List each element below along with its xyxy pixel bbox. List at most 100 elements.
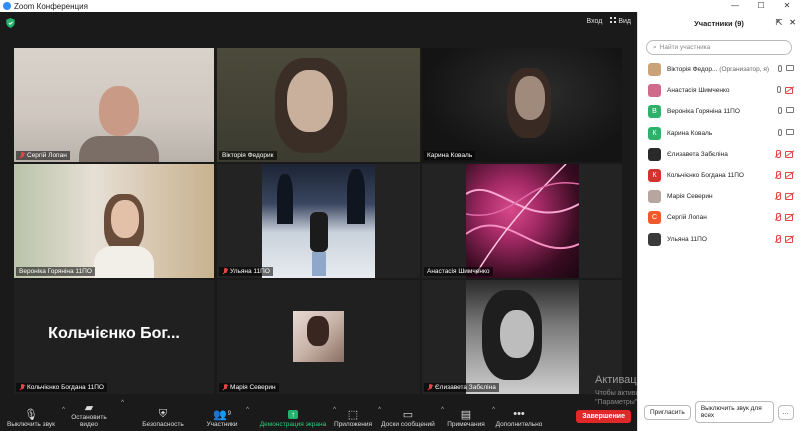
microphone-icon: 🎙 (24, 408, 38, 421)
video-tile-active-speaker[interactable]: Вікторія Федорик (217, 48, 420, 162)
share-screen-icon: ↑ (258, 407, 328, 421)
security-button[interactable]: ⛨ Безопасность (140, 407, 186, 429)
participant-row[interactable]: Марія Северин (638, 186, 800, 207)
more-button[interactable]: ••• Дополнительно (494, 407, 544, 428)
close-panel-icon[interactable]: ✕ (789, 18, 796, 27)
whiteboards-button[interactable]: ▭ Доски сообщений ^ (380, 407, 444, 428)
chevron-up-icon[interactable]: ^ (441, 407, 444, 413)
video-tile[interactable]: Анастасія Шимченко (422, 164, 622, 278)
avatar: С (648, 211, 661, 225)
participant-row[interactable]: Єлизавета Забєліна (638, 144, 800, 165)
person-body (310, 212, 328, 252)
avatar (648, 84, 661, 98)
video-tile[interactable]: Вероніка Горянiна 11ПО (14, 164, 214, 278)
invite-button[interactable]: Пригласить (644, 404, 691, 420)
video-off-icon (785, 235, 794, 243)
video-camera-icon: ▰ (84, 401, 94, 414)
avatar: К (648, 169, 661, 183)
chevron-up-icon[interactable]: ^ (121, 400, 124, 406)
more-icon: ••• (513, 408, 525, 420)
maximize-icon[interactable]: ☐ (748, 0, 774, 12)
video-off-icon (785, 171, 794, 179)
whiteboard-icon: ▭ (402, 408, 414, 421)
microphone-muted-icon[interactable] (774, 149, 781, 158)
view-button[interactable]: Вид (610, 17, 631, 25)
video-tile[interactable]: Ульяна 11ПО (217, 164, 420, 278)
close-icon[interactable]: ✕ (774, 0, 800, 12)
meeting-area: Вход Вид Сергій Лопан Вікторія Федорик К… (0, 12, 637, 431)
popout-icon[interactable]: ⇱ (776, 18, 783, 27)
participant-name-tag: Карина Коваль (424, 151, 476, 160)
video-off-icon (785, 86, 794, 95)
video-camera-icon (786, 107, 794, 114)
microphone-muted-icon[interactable] (774, 170, 781, 179)
video-tile[interactable]: Карина Коваль (422, 48, 622, 162)
apps-button[interactable]: ⬚ Приложения ^ (333, 407, 381, 428)
muted-mic-icon (19, 152, 25, 159)
participant-name-tag: Сергій Лопан (16, 151, 70, 160)
participant-row[interactable]: В Вероніка Горянiна 11ПО (638, 101, 800, 122)
muted-mic-icon (19, 384, 25, 391)
tree-shape (347, 169, 365, 224)
person-head (287, 70, 333, 132)
notes-button[interactable]: ▤ Примечания ^ (445, 407, 495, 428)
participant-name-tag: Кольчієнко Богдана 11ПО (16, 383, 107, 392)
person-head (99, 86, 139, 136)
video-tile[interactable]: Єлизавета Забєліна (422, 280, 622, 394)
person-head (515, 76, 545, 120)
more-options-icon[interactable]: … (777, 404, 794, 420)
muted-mic-icon (427, 384, 433, 391)
stop-video-button[interactable]: ▰ Остановить видео ^ (62, 400, 124, 428)
video-camera-icon (786, 65, 794, 71)
microphone-muted-icon[interactable] (774, 192, 781, 201)
microphone-icon[interactable] (778, 107, 782, 115)
enter-button[interactable]: Вход (586, 18, 602, 25)
video-off-icon (785, 213, 794, 222)
participant-row[interactable]: К Кольчієнко Богдана 11ПО (638, 165, 800, 186)
participants-list: Вікторія Федор... (Организатор, я) Анаст… (638, 59, 800, 250)
avatar (648, 63, 661, 77)
participants-button[interactable]: 👥 9 Участники ^ (203, 407, 249, 428)
person-head (111, 200, 139, 238)
end-meeting-button[interactable]: Завершение (576, 410, 631, 423)
avatar (648, 190, 661, 204)
participant-row[interactable]: С Сергій Лопан (638, 207, 800, 228)
participant-row[interactable]: Анастасія Шимченко (638, 80, 800, 101)
microphone-icon[interactable] (778, 128, 782, 136)
participant-search-field[interactable]: ⌕ Найти участника (646, 40, 792, 55)
participant-row[interactable]: К Карина Коваль (638, 123, 800, 144)
video-tile[interactable]: Кольчієнко Бог... Кольчієнко Богдана 11П… (14, 280, 214, 394)
shield-icon: ⛨ (158, 407, 168, 420)
tree-shape (277, 174, 293, 224)
video-tile[interactable]: Марія Северин (217, 280, 420, 394)
video-tile[interactable]: Сергій Лопан (14, 48, 214, 162)
participants-panel-header: Участники (9) ⇱ ✕ (638, 12, 800, 34)
person-hair (307, 316, 329, 346)
security-shield-icon[interactable] (6, 18, 15, 28)
mute-all-button[interactable]: Выключить звук для всех (694, 401, 774, 423)
microphone-icon[interactable] (778, 65, 782, 72)
person-head (500, 310, 534, 358)
participant-name-tag: Вікторія Федорик (219, 151, 277, 160)
zoom-logo-icon (3, 2, 11, 10)
pink-pattern-graphic (466, 164, 579, 275)
microphone-muted-icon[interactable] (774, 213, 781, 222)
mute-button[interactable]: 🎙 Выключить звук ^ (5, 407, 65, 428)
meeting-toolbar: 🎙 Выключить звук ^ ▰ Остановить видео ^ … (0, 400, 637, 431)
share-screen-button[interactable]: ↑ Демонстрация экрана ^ (258, 407, 336, 428)
search-placeholder: Найти участника (659, 44, 711, 51)
participant-name-tag: Вероніка Горянiна 11ПО (16, 267, 95, 276)
participant-name-tag: Ульяна 11ПО (219, 267, 273, 276)
video-camera-icon (786, 128, 794, 135)
participant-row[interactable]: Вікторія Федор... (Организатор, я) (638, 59, 800, 80)
minimize-icon[interactable]: — (722, 0, 748, 12)
participants-panel: Участники (9) ⇱ ✕ ⌕ Найти участника Вікт… (637, 12, 800, 431)
muted-mic-icon (222, 268, 228, 275)
participant-row[interactable]: Ульяна 11ПО (638, 229, 800, 250)
participant-name-tag: Єлизавета Забєліна (424, 383, 499, 392)
microphone-icon[interactable] (777, 86, 781, 94)
person-legs (312, 252, 326, 276)
person-body (94, 246, 154, 278)
chevron-up-icon[interactable]: ^ (246, 407, 249, 413)
microphone-muted-icon[interactable] (774, 234, 781, 243)
